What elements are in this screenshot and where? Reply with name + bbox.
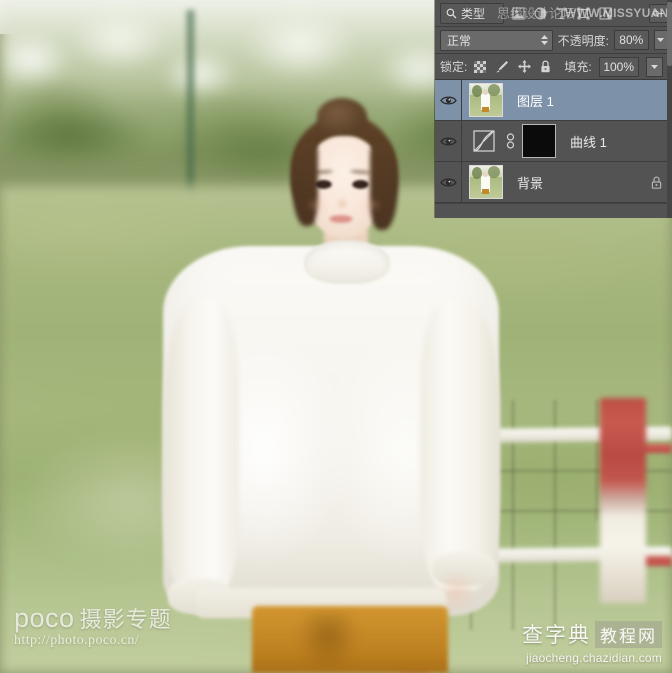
adjustment-layer-icons[interactable]: [469, 124, 556, 158]
opacity-label: 不透明度:: [558, 32, 609, 49]
filter-kind-dropdown[interactable]: 类型: [440, 3, 504, 24]
eye-icon: [440, 95, 457, 106]
subject-sleeve-right: [420, 300, 500, 590]
filter-type-icons: [512, 7, 612, 20]
lock-image-icon[interactable]: [495, 60, 509, 73]
lock-row: 锁定:: [435, 54, 672, 80]
opacity-dropdown-arrow[interactable]: [654, 30, 668, 50]
filter-toggle-icon[interactable]: [649, 4, 668, 23]
chazidian-cn-text: 查字典: [522, 619, 591, 649]
layer-row-bei-jing[interactable]: 背景: [435, 162, 672, 203]
layer-name[interactable]: 背景: [517, 173, 543, 192]
lock-icon: [651, 176, 662, 189]
layer-thumbnail[interactable]: [469, 83, 503, 117]
subject-hair-bun: [317, 98, 367, 136]
subject-cheek-left: [306, 198, 328, 212]
lock-position-icon[interactable]: [518, 60, 531, 73]
shape-filter-icon[interactable]: [577, 7, 590, 20]
curves-icon[interactable]: [469, 126, 499, 156]
opacity-input[interactable]: 80%: [614, 30, 649, 50]
subject-mouth: [329, 215, 353, 223]
fill-dropdown-arrow[interactable]: [646, 57, 663, 77]
screenshot-root: poco摄影专题 http://photo.poco.cn/ 查字典 教程网 j…: [0, 0, 672, 673]
fill-input[interactable]: 100%: [599, 57, 639, 77]
lock-label: 锁定:: [440, 58, 467, 75]
chazidian-watermark: 查字典 教程网 jiaocheng.chazidian.com: [522, 619, 662, 665]
poco-cn-text: 摄影专题: [80, 607, 172, 632]
eye-icon: [440, 136, 457, 147]
layer-visibility-toggle[interactable]: [435, 162, 462, 202]
layer-list: 图层 1: [435, 80, 672, 203]
layer-name[interactable]: 曲线 1: [570, 132, 607, 151]
link-icon[interactable]: [504, 133, 517, 149]
layer-filter-row: 类型: [435, 0, 672, 27]
layer-row-qu-xian-1[interactable]: 曲线 1: [435, 121, 672, 162]
panel-footer: [435, 203, 672, 218]
layers-panel: 类型: [435, 0, 672, 218]
layer-visibility-toggle[interactable]: [435, 121, 462, 161]
search-icon: [446, 8, 457, 19]
lock-transparency-icon[interactable]: [474, 61, 486, 73]
subject-turtleneck-collar: [304, 240, 390, 284]
scrollbar-thumb[interactable]: [667, 2, 672, 66]
smart-object-filter-icon[interactable]: [599, 7, 612, 20]
filter-kind-label: 类型: [461, 5, 485, 22]
type-filter-icon[interactable]: [556, 7, 568, 20]
poco-brand-text: poco: [14, 603, 75, 633]
chevron-updown-icon: [541, 35, 548, 45]
layer-visibility-toggle[interactable]: [435, 80, 462, 120]
subject-cheek-right: [360, 198, 382, 212]
chazidian-url-text: jiaocheng.chazidian.com: [522, 651, 662, 665]
subject-eye-left: [315, 180, 332, 189]
blend-mode-row: 正常 不透明度: 80%: [435, 27, 672, 54]
photo-green-pole: [186, 10, 195, 200]
chazidian-box-text: 教程网: [595, 621, 662, 648]
layer-thumbnail-wrap[interactable]: [469, 165, 503, 199]
subject-shorts-shadow: [296, 612, 360, 672]
blend-mode-value: 正常: [447, 32, 471, 49]
eye-icon: [440, 177, 457, 188]
layer-thumbnail[interactable]: [469, 165, 503, 199]
layer-mask-black[interactable]: [522, 124, 556, 158]
poco-watermark: poco摄影专题 http://photo.poco.cn/: [14, 604, 172, 649]
fill-label: 填充:: [564, 58, 591, 75]
fence-post-red-white: [600, 398, 646, 603]
subject-nose: [336, 196, 348, 208]
layer-thumbnail-wrap[interactable]: [469, 83, 503, 117]
layer-row-tu-ceng-1[interactable]: 图层 1: [435, 80, 672, 121]
layer-name[interactable]: 图层 1: [517, 91, 554, 110]
pixel-filter-icon[interactable]: [512, 7, 525, 20]
blend-mode-select[interactable]: 正常: [440, 30, 553, 51]
subject-eye-right: [352, 180, 369, 189]
lock-all-icon[interactable]: [540, 60, 551, 73]
fence-wire: [596, 400, 598, 520]
subject-sleeve-left: [163, 300, 239, 600]
panel-scrollbar[interactable]: [667, 0, 672, 218]
poco-url-text: http://photo.poco.cn/: [14, 633, 172, 649]
lock-icons-group: [474, 60, 551, 73]
subject-hair-right: [370, 142, 398, 230]
adjustment-filter-icon[interactable]: [534, 7, 547, 20]
